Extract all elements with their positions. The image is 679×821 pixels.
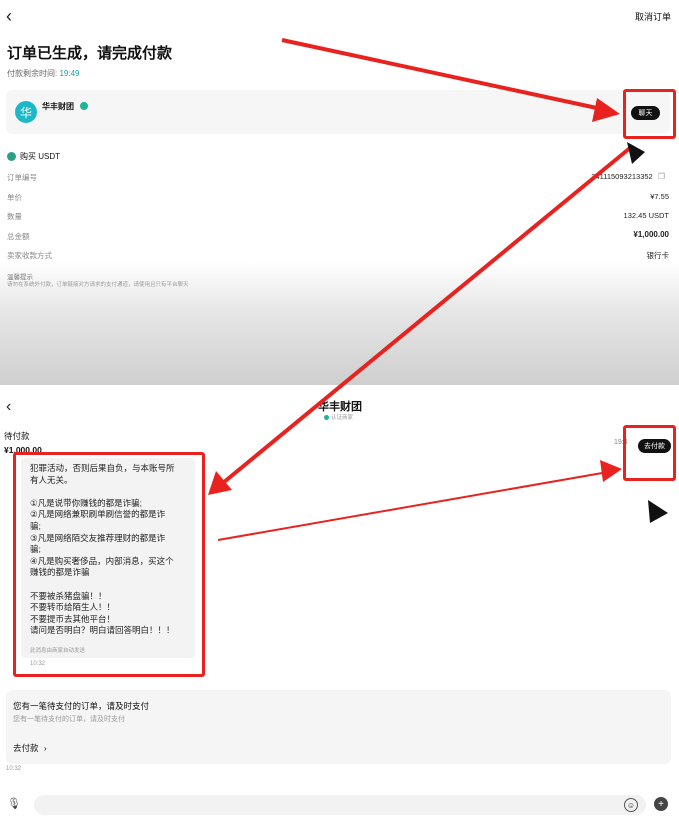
arrow-to-chat <box>281 38 620 122</box>
cursor-icon-2 <box>648 500 668 523</box>
cursor-icon <box>627 142 645 164</box>
annotation-overlay <box>208 38 668 541</box>
arrow-to-message <box>208 146 632 495</box>
arrow-to-pay <box>217 460 622 541</box>
